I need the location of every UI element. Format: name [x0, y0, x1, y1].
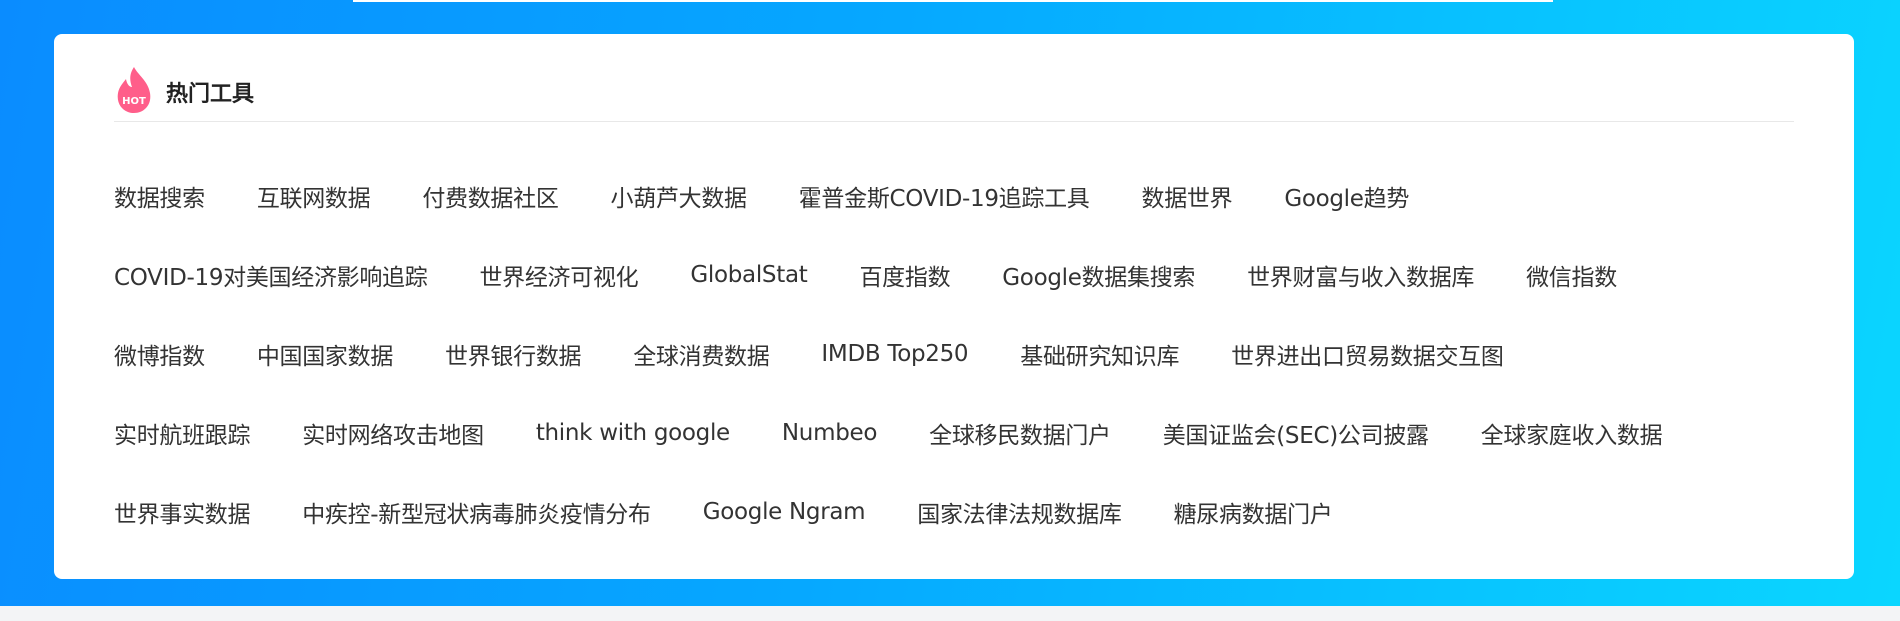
section-title: 热门工具 — [166, 81, 255, 107]
tool-link[interactable]: 糖尿病数据门户 — [1174, 495, 1333, 529]
tool-link[interactable]: 实时网络攻击地图 — [302, 416, 484, 450]
tool-link[interactable]: IMDB Top250 — [821, 341, 968, 367]
hot-flame-icon: HOT — [114, 65, 154, 115]
tool-link[interactable]: GlobalStat — [690, 262, 807, 288]
tool-link[interactable]: 中国国家数据 — [257, 337, 394, 371]
tool-row: 实时航班跟踪 实时网络攻击地图 think with google Numbeo 全球移… — [114, 393, 1814, 472]
tool-link[interactable]: Google趋势 — [1284, 179, 1409, 213]
tools-list: 数据搜索 互联网数据 付费数据社区 小葫芦大数据 霍普金斯COVID-19追踪工具 数据世… — [114, 156, 1814, 551]
tool-link[interactable]: 微博指数 — [114, 337, 205, 371]
tool-link[interactable]: 互联网数据 — [257, 179, 371, 213]
tool-link[interactable]: think with google — [536, 420, 730, 446]
tool-link[interactable]: 霍普金斯COVID-19追踪工具 — [799, 179, 1090, 213]
tool-row: 数据搜索 互联网数据 付费数据社区 小葫芦大数据 霍普金斯COVID-19追踪工具 数据世… — [114, 156, 1814, 235]
tool-link[interactable]: 基础研究知识库 — [1020, 337, 1179, 371]
footer-strip — [0, 606, 1900, 621]
tool-link[interactable]: 全球消费数据 — [633, 337, 770, 371]
top-search-bar-edge — [353, 0, 1553, 2]
tool-link[interactable]: 全球家庭收入数据 — [1481, 416, 1663, 450]
tool-link[interactable]: 百度指数 — [859, 258, 950, 292]
tool-link[interactable]: Google Ngram — [703, 499, 866, 525]
tool-link[interactable]: 世界进出口贸易数据交互图 — [1231, 337, 1504, 371]
tool-link[interactable]: 实时航班跟踪 — [114, 416, 251, 450]
tool-link[interactable]: 美国证监会(SEC)公司披露 — [1163, 416, 1429, 450]
tool-link[interactable]: 全球移民数据门户 — [929, 416, 1111, 450]
tool-row: COVID-19对美国经济影响追踪 世界经济可视化 GlobalStat 百度指数 Go… — [114, 235, 1814, 314]
tool-row: 世界事实数据 中疾控-新型冠状病毒肺炎疫情分布 Google Ngram 国家法律法规… — [114, 472, 1814, 551]
tool-link[interactable]: COVID-19对美国经济影响追踪 — [114, 258, 428, 292]
tool-link[interactable]: Google数据集搜索 — [1002, 258, 1195, 292]
tool-link[interactable]: 小葫芦大数据 — [611, 179, 748, 213]
tool-row: 微博指数 中国国家数据 世界银行数据 全球消费数据 IMDB Top250 基础研究知识库… — [114, 314, 1814, 393]
tool-link[interactable]: Numbeo — [782, 420, 878, 446]
tool-link[interactable]: 中疾控-新型冠状病毒肺炎疫情分布 — [302, 495, 651, 529]
tool-link[interactable]: 世界事实数据 — [114, 495, 251, 529]
tool-link[interactable]: 国家法律法规数据库 — [917, 495, 1122, 529]
svg-text:HOT: HOT — [122, 96, 146, 107]
tool-link[interactable]: 世界银行数据 — [445, 337, 582, 371]
tool-link[interactable]: 付费数据社区 — [422, 179, 559, 213]
tool-link[interactable]: 数据世界 — [1142, 179, 1233, 213]
tool-link[interactable]: 世界经济可视化 — [479, 258, 638, 292]
tool-link[interactable]: 微信指数 — [1526, 258, 1617, 292]
tool-link[interactable]: 世界财富与收入数据库 — [1247, 258, 1474, 292]
hot-tools-card: HOT 热门工具 数据搜索 互联网数据 付费数据社区 小葫芦大数据 霍普金斯COVID-… — [54, 34, 1854, 579]
card-header: HOT 热门工具 — [114, 62, 1794, 122]
tool-link[interactable]: 数据搜索 — [114, 179, 205, 213]
